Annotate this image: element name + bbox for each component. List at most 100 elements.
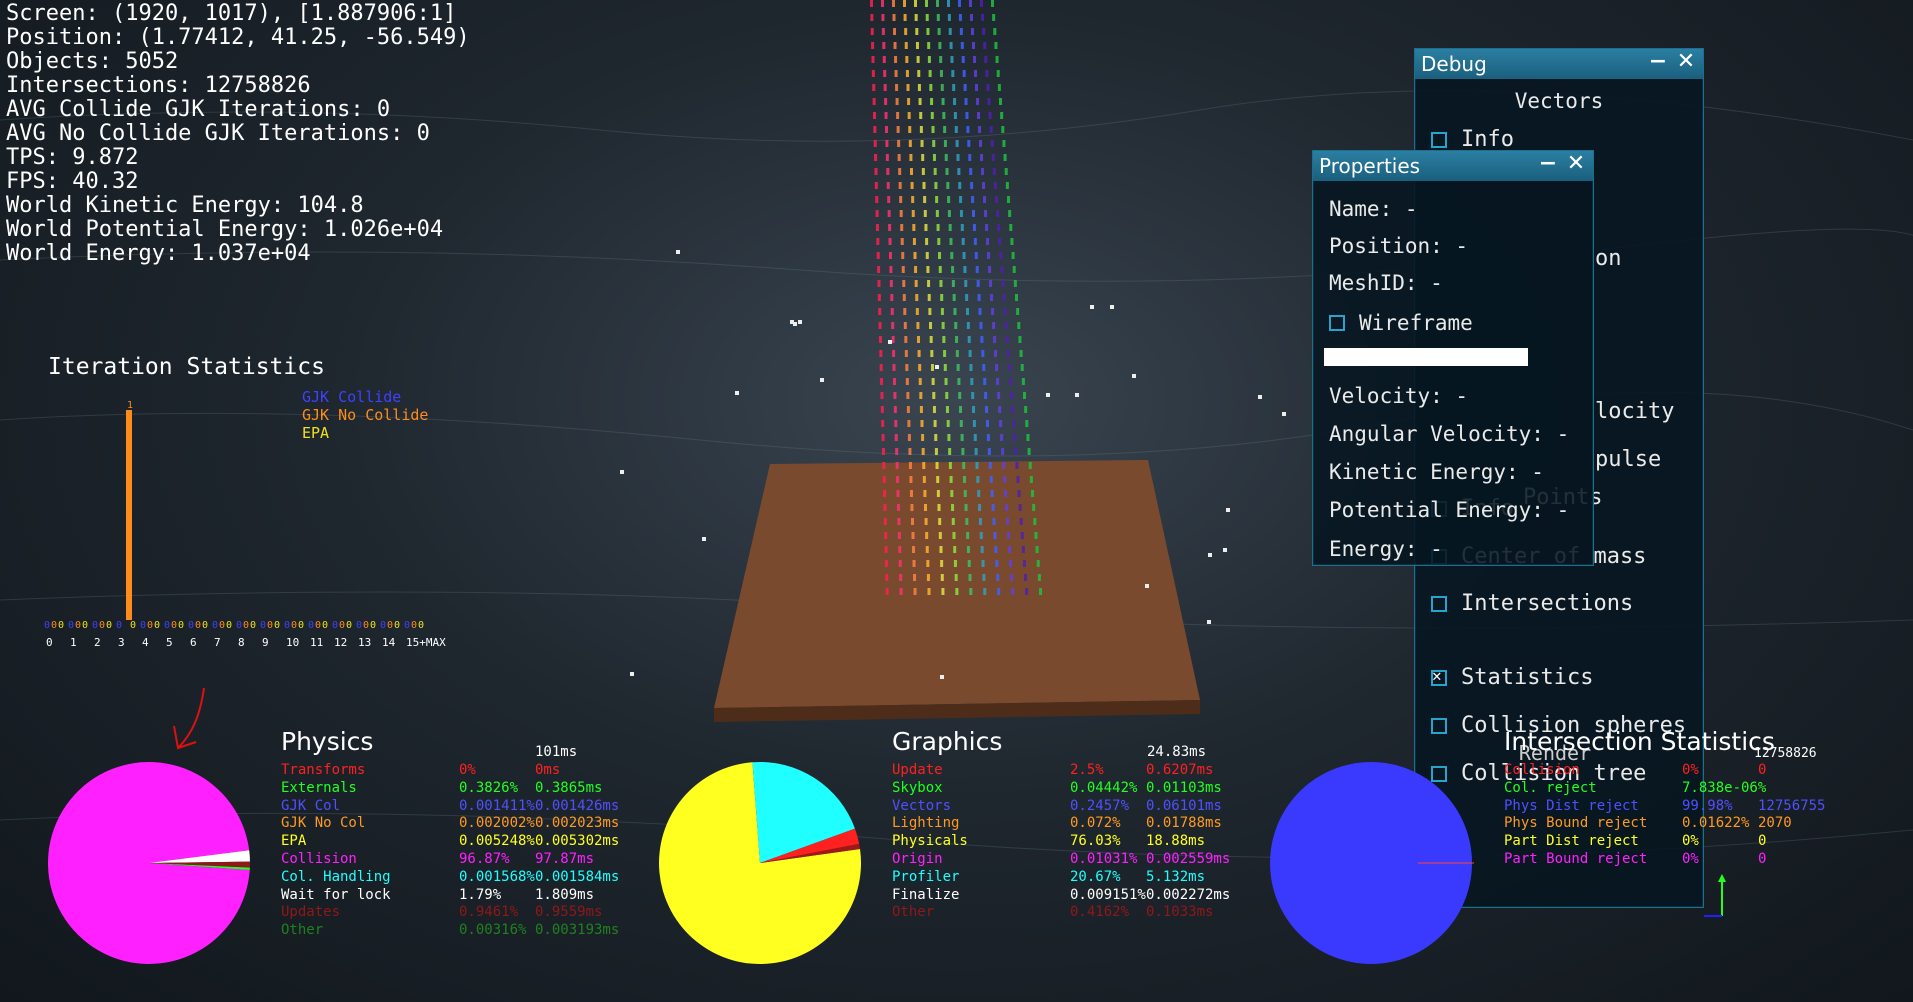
tick-label: 2 — [94, 636, 101, 649]
particle — [898, 546, 902, 553]
color-input[interactable] — [1324, 348, 1528, 366]
particle — [987, 252, 991, 259]
zero-label: 0 — [188, 620, 194, 631]
particle — [966, 126, 970, 133]
debug-toggle-on[interactable]: on — [1595, 246, 1622, 271]
row-pct: 0.072% — [1070, 815, 1121, 832]
particle — [896, 126, 900, 133]
particle — [933, 168, 937, 175]
particle — [950, 56, 954, 63]
minimize-button[interactable]: − — [1537, 153, 1559, 175]
particle — [630, 672, 634, 676]
particle — [905, 378, 909, 385]
particle — [1006, 518, 1010, 525]
debug-toggle-info[interactable]: Info — [1431, 127, 1514, 152]
particle — [872, 98, 876, 105]
particle — [1033, 518, 1037, 525]
particle — [935, 210, 939, 217]
particle — [972, 406, 976, 413]
particle — [923, 196, 927, 203]
checkbox-icon[interactable] — [1431, 717, 1447, 734]
checkbox-icon[interactable] — [1431, 595, 1447, 612]
particle — [892, 364, 896, 371]
particle — [903, 322, 907, 329]
tick-label: 1 — [70, 636, 77, 649]
particle — [984, 392, 988, 399]
table-row: Skybox 0.04442% 0.01103ms — [892, 780, 1230, 798]
debug-title-bar[interactable]: Debug − ✕ — [1415, 49, 1703, 79]
particle — [921, 154, 925, 161]
particle — [871, 56, 875, 63]
row-pct: 0.005248% — [459, 833, 535, 850]
checkbox-checked-icon[interactable] — [1431, 666, 1447, 686]
particle — [884, 112, 888, 119]
particle — [971, 28, 975, 35]
particle — [1009, 224, 1013, 231]
particle — [948, 448, 952, 455]
particle — [992, 14, 996, 21]
checkbox-icon[interactable] — [1329, 315, 1345, 331]
zero-label: 0 — [315, 620, 321, 631]
particle — [929, 322, 933, 329]
particle — [1019, 518, 1023, 525]
debug-toggle-statistics[interactable]: Statistics — [1431, 665, 1593, 690]
particle — [893, 392, 897, 399]
particle — [942, 336, 946, 343]
row-pct: 99.98% — [1682, 797, 1733, 814]
particle — [934, 434, 938, 441]
particle — [948, 28, 952, 35]
intersection-pie — [1270, 762, 1474, 964]
minimize-button[interactable]: − — [1647, 51, 1669, 73]
particle — [1007, 364, 1011, 371]
particle — [908, 448, 912, 455]
particle — [931, 126, 935, 133]
checkbox-icon[interactable] — [1431, 131, 1447, 148]
particle — [1000, 434, 1004, 441]
particle — [968, 154, 972, 161]
particle — [1036, 560, 1040, 567]
wireframe-toggle[interactable]: Wireframe — [1329, 311, 1473, 335]
peak-label: 1 — [127, 400, 133, 411]
particle — [1021, 378, 1025, 385]
zero-label: 0 — [322, 620, 328, 631]
zero-label: 0 — [147, 620, 153, 631]
particle — [899, 210, 903, 217]
particle — [959, 28, 963, 35]
particle — [900, 238, 904, 245]
row-value: 0 — [1758, 850, 1767, 867]
particle — [925, 0, 928, 7]
particle — [1025, 420, 1029, 427]
properties-title-bar[interactable]: Properties − ✕ — [1313, 151, 1593, 181]
particle — [988, 112, 992, 119]
particle — [953, 560, 957, 567]
particle — [924, 504, 927, 511]
particle — [949, 42, 953, 49]
row-value: 0.1033ms — [1146, 904, 1214, 921]
debug-toggle-intersections[interactable]: Intersections — [1431, 591, 1633, 616]
close-button[interactable]: ✕ — [1675, 51, 1697, 73]
particle — [876, 238, 880, 245]
close-button[interactable]: ✕ — [1565, 153, 1587, 175]
properties-panel[interactable]: Properties − ✕ Name: - Position: - MeshI… — [1312, 150, 1594, 566]
particle — [963, 490, 967, 497]
row-label: Col. reject — [1504, 779, 1597, 796]
particle — [985, 70, 989, 77]
particle — [969, 364, 973, 371]
particle — [877, 280, 881, 287]
particle — [910, 518, 914, 525]
row-value: 0.001584ms — [535, 868, 620, 885]
particle — [939, 70, 943, 77]
particle — [927, 56, 931, 63]
particle — [918, 98, 922, 105]
row-label: Phys Dist reject — [1504, 797, 1639, 814]
row-label: Part Bound reject — [1504, 850, 1648, 867]
particle — [969, 168, 973, 175]
particle — [992, 168, 996, 175]
particle — [1014, 448, 1018, 455]
particle — [1013, 434, 1017, 441]
particle — [899, 588, 903, 595]
particle — [983, 378, 987, 385]
particle — [1258, 395, 1262, 399]
particle — [1090, 305, 1094, 309]
particle — [885, 588, 889, 595]
